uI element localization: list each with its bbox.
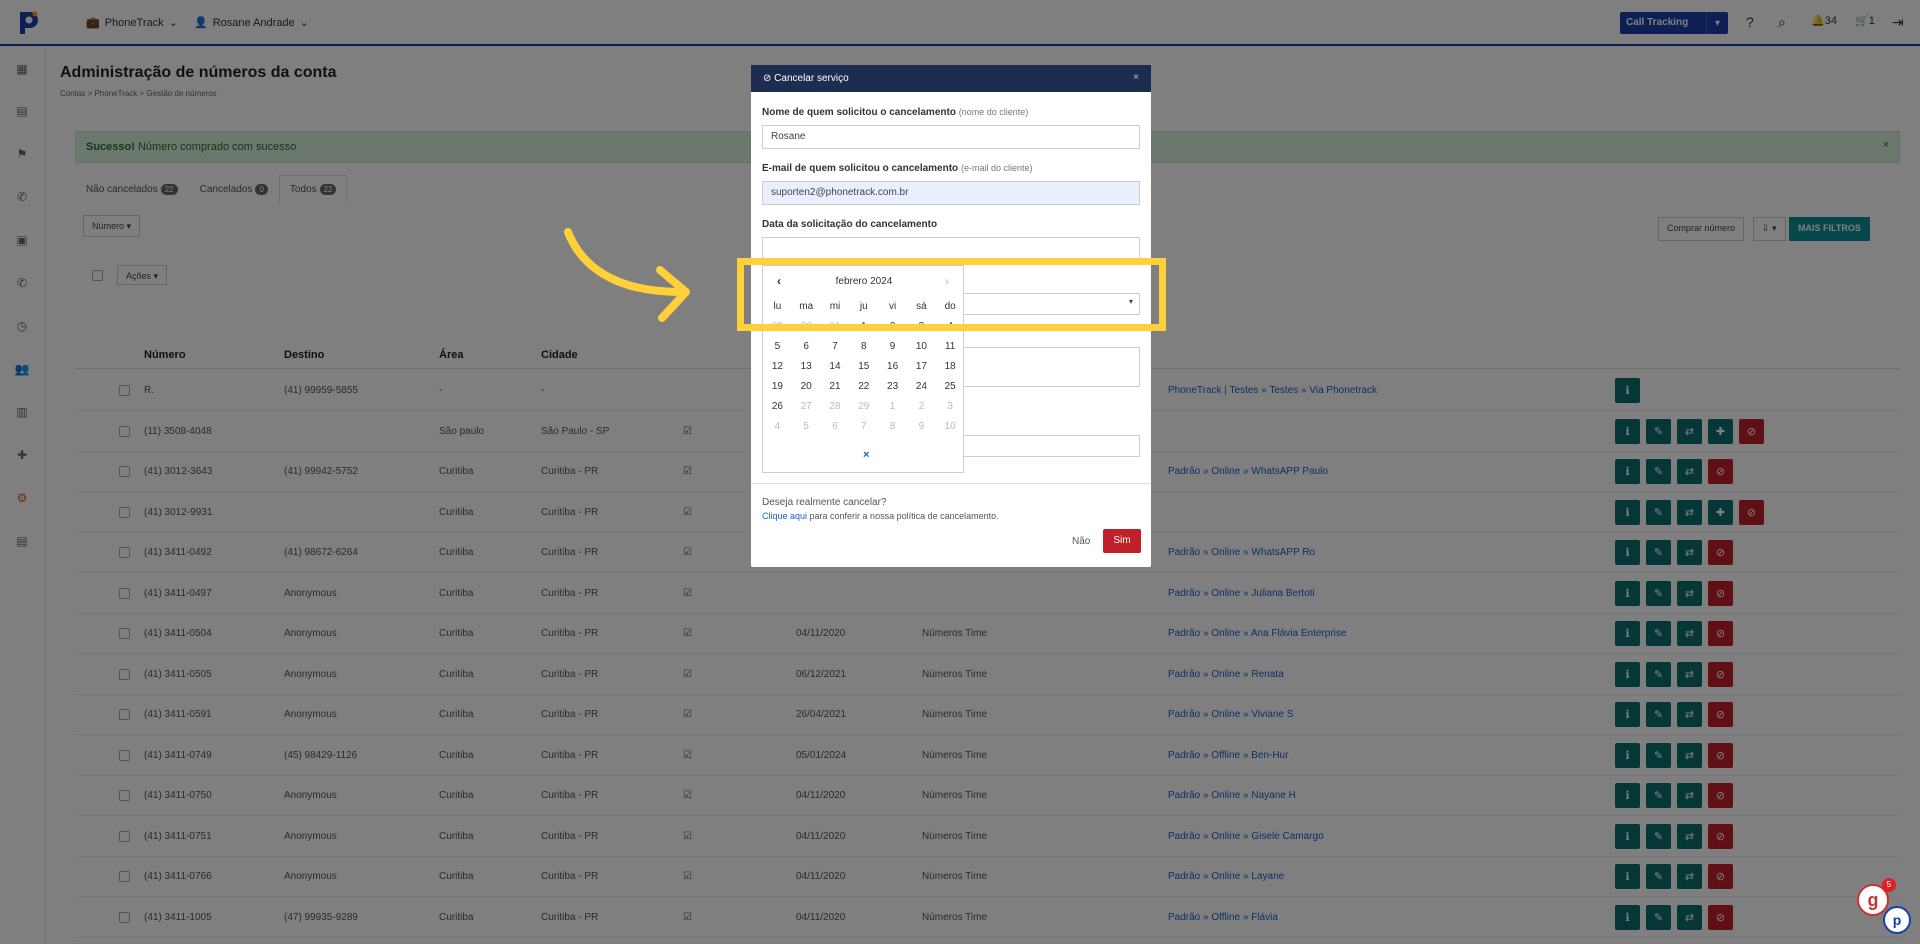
week-row: 12 13 14 15 16 17 18	[763, 361, 965, 372]
day-cell[interactable]: 6	[821, 421, 850, 432]
week-row: 26 27 28 29 1 2 3	[763, 401, 965, 412]
day-cell[interactable]: 10	[907, 341, 936, 352]
ban-icon: ⊘	[763, 73, 772, 84]
day-cell[interactable]: 11	[936, 341, 965, 352]
highlight-box	[737, 258, 1166, 331]
day-cell[interactable]: 26	[763, 401, 792, 412]
day-cell[interactable]: 13	[792, 361, 821, 372]
day-cell[interactable]: 14	[821, 361, 850, 372]
day-cell[interactable]: 15	[849, 361, 878, 372]
week-row: 4 5 6 7 8 9 10	[763, 421, 965, 432]
day-cell[interactable]: 27	[792, 401, 821, 412]
day-cell[interactable]: 17	[907, 361, 936, 372]
day-cell[interactable]: 12	[763, 361, 792, 372]
day-cell[interactable]: 4	[763, 421, 792, 432]
day-cell[interactable]: 29	[849, 401, 878, 412]
date-label: Data da solicitação do cancelamento	[762, 219, 938, 230]
modal-footer	[751, 483, 1151, 567]
arrow-annotation	[564, 228, 690, 322]
name-hint: (nome do cliente)	[958, 107, 1029, 117]
day-cell[interactable]: 8	[849, 341, 878, 352]
email-label: E-mail de quem solicitou o cancelamento …	[762, 163, 1032, 174]
day-cell[interactable]: 9	[907, 421, 936, 432]
no-button[interactable]: Não	[1066, 530, 1096, 553]
day-cell[interactable]: 21	[821, 381, 850, 392]
email-hint: (e-mail do cliente)	[960, 163, 1033, 173]
day-cell[interactable]: 5	[763, 341, 792, 352]
confirm-question: Deseja realmente cancelar?	[762, 497, 887, 508]
name-label-text: Nome de quem solicitou o cancelamento	[762, 107, 956, 118]
day-cell[interactable]: 18	[936, 361, 965, 372]
day-cell[interactable]: 6	[792, 341, 821, 352]
clear-icon[interactable]: ×	[863, 449, 869, 461]
day-cell[interactable]: 16	[878, 361, 907, 372]
day-cell[interactable]: 9	[878, 341, 907, 352]
day-cell[interactable]: 7	[821, 341, 850, 352]
day-cell[interactable]: 22	[849, 381, 878, 392]
week-row: 19 20 21 22 23 24 25	[763, 381, 965, 392]
name-input[interactable]: Rosane	[762, 125, 1140, 149]
yes-button[interactable]: Sim	[1103, 529, 1141, 553]
day-cell[interactable]: 24	[907, 381, 936, 392]
name-label: Nome de quem solicitou o cancelamento (n…	[762, 107, 1028, 118]
day-cell[interactable]: 5	[792, 421, 821, 432]
day-cell[interactable]: 7	[849, 421, 878, 432]
week-row: 5 6 7 8 9 10 11	[763, 341, 965, 352]
policy-rest: para conferir a nossa política de cancel…	[807, 511, 999, 521]
modal-header: ⊘ Cancelar serviço ×	[751, 65, 1151, 92]
email-input[interactable]: suporten2@phonetrack.com.br	[762, 181, 1140, 205]
day-cell[interactable]: 1	[878, 401, 907, 412]
day-cell[interactable]: 10	[936, 421, 965, 432]
day-cell[interactable]: 23	[878, 381, 907, 392]
day-cell[interactable]: 25	[936, 381, 965, 392]
modal-title: Cancelar serviço	[774, 73, 849, 84]
day-cell[interactable]: 20	[792, 381, 821, 392]
day-cell[interactable]: 28	[821, 401, 850, 412]
policy-link[interactable]: Clique aqui	[762, 511, 807, 521]
close-icon[interactable]: ×	[1133, 72, 1139, 83]
day-cell[interactable]: 3	[936, 401, 965, 412]
day-cell[interactable]: 2	[907, 401, 936, 412]
chat-widget-icon[interactable]: p	[1883, 906, 1911, 934]
email-label-text: E-mail de quem solicitou o cancelamento	[762, 163, 959, 174]
policy-text: Clique aqui para conferir a nossa políti…	[762, 511, 999, 521]
day-cell[interactable]: 8	[878, 421, 907, 432]
widget-badge: 5	[1882, 878, 1896, 892]
day-cell[interactable]: 19	[763, 381, 792, 392]
